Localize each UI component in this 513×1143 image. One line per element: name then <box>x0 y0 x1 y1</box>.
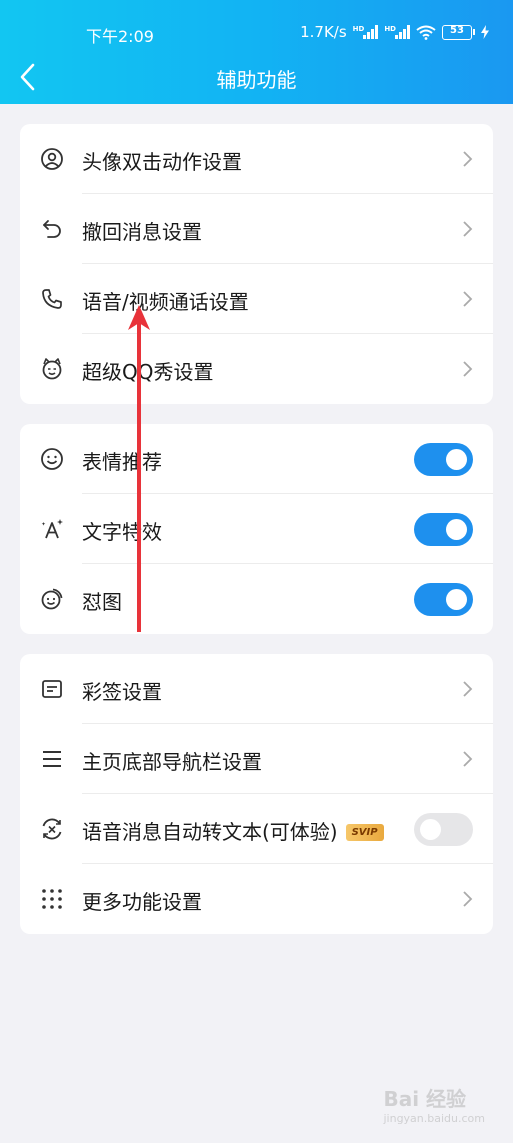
setting-text-effect: 文字特效 <box>20 494 493 564</box>
chevron-right-icon <box>463 291 473 307</box>
setting-voice-to-text: 语音消息自动转文本(可体验) SVIP <box>20 794 493 864</box>
emoji-recommend-toggle[interactable] <box>414 443 473 476</box>
setting-label: 头像双击动作设置 <box>82 150 242 174</box>
setting-label: 撤回消息设置 <box>82 220 202 244</box>
undo-icon <box>43 220 61 238</box>
setting-voice-video-call[interactable]: 语音/视频通话设置 <box>20 264 493 334</box>
setting-label: 语音/视频通话设置 <box>82 290 249 314</box>
signal-1-icon: HD <box>353 25 379 39</box>
setting-sticker-reply: 怼图 <box>20 564 493 634</box>
watermark: Bai 经验 jingyan.baidu.com <box>383 1083 485 1125</box>
watermark-brand: Bai 经验 <box>383 1087 467 1111</box>
setting-color-label[interactable]: 彩签设置 <box>20 654 493 724</box>
page-title: 辅助功能 <box>216 68 297 92</box>
setting-label: 表情推荐 <box>82 450 162 474</box>
avatar-circle-icon <box>41 148 63 170</box>
wifi-icon <box>416 25 436 40</box>
status-time: 下午2:09 <box>86 27 154 46</box>
sticker-icon <box>41 588 63 610</box>
text-effect-icon <box>41 519 63 539</box>
setting-recall-message[interactable]: 撤回消息设置 <box>20 194 493 264</box>
qq-show-icon <box>42 358 62 380</box>
setting-avatar-double-click[interactable]: 头像双击动作设置 <box>20 124 493 194</box>
chevron-right-icon <box>463 891 473 907</box>
app-header: 下午2:09 1.7K/s HD HD 53 辅助功能 <box>0 0 513 104</box>
settings-group-misc: 彩签设置 主页底部导航栏设置 语音消息自动转文本(可体验) SVIP 更多功能设置 <box>20 654 493 934</box>
battery-level: 53 <box>450 24 464 36</box>
status-indicators: 1.7K/s HD HD 53 <box>300 23 489 41</box>
smiley-icon <box>41 448 63 470</box>
chevron-right-icon <box>463 361 473 377</box>
setting-label: 主页底部导航栏设置 <box>82 750 262 774</box>
setting-more-features[interactable]: 更多功能设置 <box>20 864 493 934</box>
battery-icon: 53 <box>442 24 475 40</box>
setting-super-qq-show[interactable]: 超级QQ秀设置 <box>20 334 493 404</box>
setting-label: 超级QQ秀设置 <box>82 360 214 384</box>
voice-to-text-icon <box>42 818 62 840</box>
network-speed: 1.7K/s <box>300 23 347 41</box>
signal-2-icon: HD <box>384 25 410 39</box>
chevron-right-icon <box>463 221 473 237</box>
setting-emoji-recommend: 表情推荐 <box>20 424 493 494</box>
chevron-right-icon <box>463 681 473 697</box>
watermark-sub: jingyan.baidu.com <box>383 1112 485 1125</box>
status-bar: 下午2:09 1.7K/s HD HD 53 <box>0 20 513 46</box>
setting-bottom-nav-bar[interactable]: 主页底部导航栏设置 <box>20 724 493 794</box>
text-effect-toggle[interactable] <box>414 513 473 546</box>
setting-label: 怼图 <box>82 590 122 614</box>
setting-label: 语音消息自动转文本(可体验) SVIP <box>82 816 384 845</box>
setting-label-text: 语音消息自动转文本(可体验) <box>82 820 338 844</box>
setting-label: 文字特效 <box>82 520 162 544</box>
voice-to-text-toggle[interactable] <box>414 813 473 846</box>
charging-icon <box>481 25 489 39</box>
settings-group-general: 头像双击动作设置 撤回消息设置 语音/视频通话设置 超级QQ秀设置 <box>20 124 493 404</box>
svip-badge: SVIP <box>345 823 384 841</box>
setting-label: 更多功能设置 <box>82 890 202 914</box>
phone-icon <box>42 289 62 309</box>
chevron-right-icon <box>463 751 473 767</box>
label-card-icon <box>42 680 62 698</box>
menu-lines-icon <box>43 751 61 767</box>
chevron-right-icon <box>463 151 473 167</box>
setting-label: 彩签设置 <box>82 680 162 704</box>
grid-dots-icon <box>42 889 62 909</box>
settings-group-toggles: 表情推荐 文字特效 怼图 <box>20 424 493 634</box>
sticker-reply-toggle[interactable] <box>414 583 473 616</box>
